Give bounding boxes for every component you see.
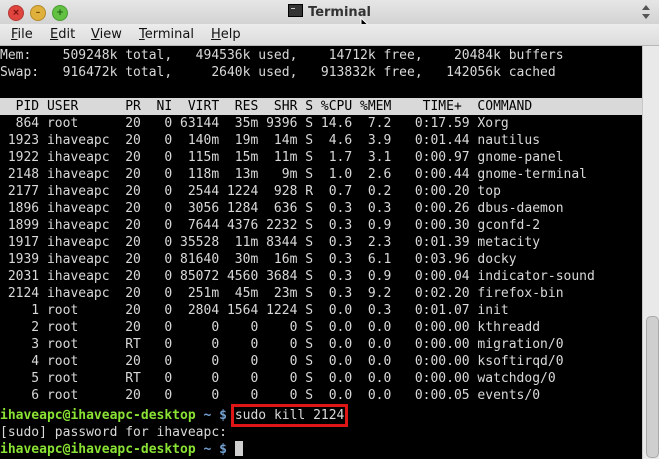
prompt-symbol: $ (219, 442, 227, 457)
kill-command-highlight: sudo kill 2124 (230, 404, 349, 427)
process-row: 2124 ihaveapc 20 0 251m 45m 23m S 0.3 9.… (0, 286, 564, 301)
prompt-line-current[interactable]: ihaveapc@ihaveapc-desktop ~ $ (0, 441, 243, 458)
menu-file[interactable]: File (11, 27, 33, 42)
sudo-password-prompt: [sudo] password for ihaveapc: (0, 425, 227, 440)
process-row: 1 root 20 0 2804 1564 1224 S 0.0 0.3 0:0… (0, 303, 509, 318)
top-column-header: PID USER PR NI VIRT RES SHR S %CPU %MEM … (0, 98, 642, 115)
prompt-line-kill: ihaveapc@ihaveapc-desktop ~ $ sudo kill … (0, 404, 349, 427)
menu-help[interactable]: Help (211, 27, 241, 42)
process-row: 1899 ihaveapc 20 0 7644 4376 2232 S 0.3 … (0, 218, 541, 233)
text-cursor (234, 441, 243, 456)
process-row: 1923 ihaveapc 20 0 140m 19m 14m S 4.6 3.… (0, 133, 541, 148)
process-row: 3 root RT 0 0 0 0 S 0.0 0.0 0:00.00 migr… (0, 337, 564, 352)
terminal-window: × – + Terminal File Edit View Terminal H… (0, 0, 659, 459)
process-row: 5 root RT 0 0 0 0 S 0.0 0.0 0:00.00 watc… (0, 371, 556, 386)
process-row: 1917 ihaveapc 20 0 35528 11m 8344 S 0.3 … (0, 235, 541, 250)
process-row: 6 root 20 0 0 0 0 S 0.0 0.0 0:00.05 even… (0, 388, 541, 403)
terminal-icon (288, 4, 304, 17)
process-row: 2148 ihaveapc 20 0 118m 13m 9m S 1.0 2.6… (0, 167, 587, 182)
title-bar[interactable]: × – + Terminal (0, 0, 659, 25)
prompt-user-host: ihaveapc@ihaveapc-desktop (0, 442, 196, 457)
window-title: Terminal (0, 4, 659, 20)
process-row: 4 root 20 0 0 0 0 S 0.0 0.0 0:00.00 ksof… (0, 354, 564, 369)
resize-icon[interactable] (639, 4, 653, 20)
prompt-directory: ~ (195, 408, 220, 423)
prompt-user-host: ihaveapc@ihaveapc-desktop (0, 408, 196, 423)
process-row: 2031 ihaveapc 20 0 85072 4560 3684 S 0.3… (0, 269, 595, 284)
process-row: 1939 ihaveapc 20 0 81640 30m 16m S 0.3 6… (0, 252, 517, 267)
process-row: 2177 ihaveapc 20 0 2544 1224 928 R 0.7 0… (0, 184, 501, 199)
prompt-directory: ~ (195, 442, 220, 457)
menu-edit[interactable]: Edit (50, 27, 75, 42)
process-row: 864 root 20 0 63144 35m 9396 S 14.6 7.2 … (0, 116, 509, 131)
process-row: 1922 ihaveapc 20 0 115m 15m 11m S 1.7 3.… (0, 150, 564, 165)
menu-bar: File Edit View Terminal Help (0, 24, 659, 46)
prompt-symbol: $ (219, 408, 227, 423)
scrollbar-thumb[interactable] (646, 316, 659, 458)
swap-summary: Swap: 916472k total, 2640k used, 913832k… (0, 65, 556, 80)
terminal-output[interactable]: Mem: 509248k total, 494536k used, 14712k… (0, 46, 642, 459)
menu-terminal[interactable]: Terminal (139, 27, 194, 42)
menu-view[interactable]: View (91, 27, 122, 42)
vertical-scrollbar[interactable] (642, 46, 659, 459)
process-row: 1896 ihaveapc 20 0 3056 1284 636 S 0.3 0… (0, 201, 564, 216)
mem-summary: Mem: 509248k total, 494536k used, 14712k… (0, 48, 564, 63)
process-row: 2 root 20 0 0 0 0 S 0.0 0.0 0:00.00 kthr… (0, 320, 541, 335)
